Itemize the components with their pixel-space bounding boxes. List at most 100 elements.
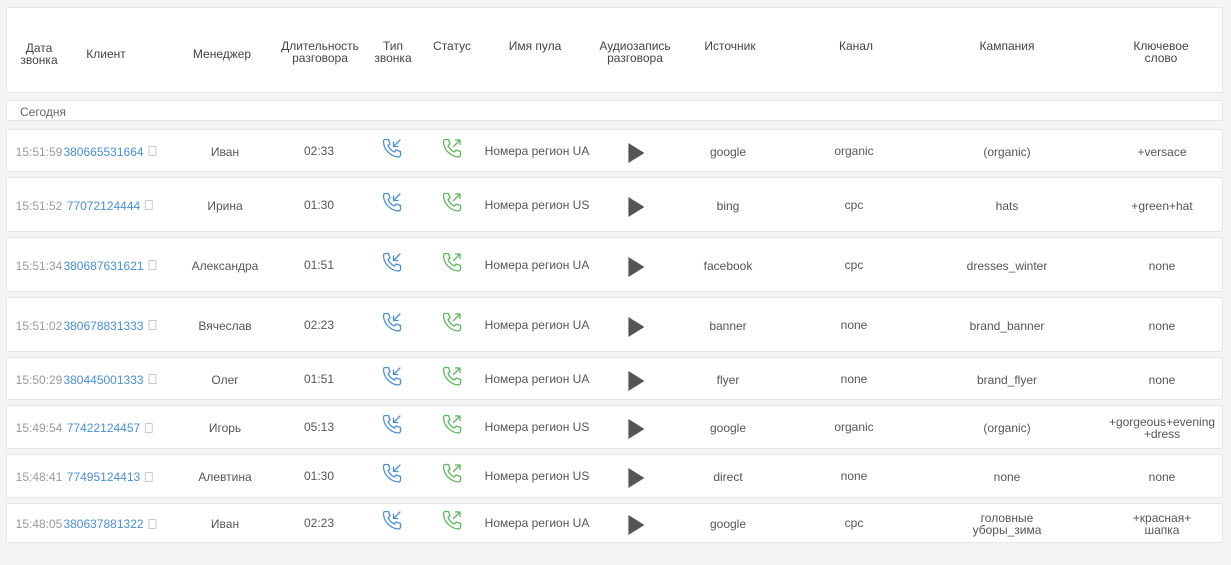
header-channel[interactable]: Канал	[839, 40, 873, 52]
call-time: 15:51:52	[15, 198, 63, 213]
header-campaign[interactable]: Кампания	[980, 40, 1035, 52]
pool-name: Номера регион UA	[484, 516, 590, 530]
answered-call-icon	[440, 462, 464, 489]
client-phone-link[interactable]: 77422124457	[67, 421, 140, 435]
call-duration: 02:23	[303, 317, 335, 332]
copy-icon[interactable]	[148, 374, 157, 385]
traffic-source: google	[709, 144, 747, 159]
campaign-name: none	[994, 471, 1021, 483]
keyword: none	[1149, 260, 1176, 272]
header-manager[interactable]: Менеджер	[193, 48, 251, 60]
answered-call-icon	[440, 509, 464, 536]
header-keyword[interactable]: Ключевое слово	[1133, 40, 1188, 64]
table-row[interactable]: 15:48:41 77495124413 Алевтина 01:30 Номера р…	[6, 454, 1223, 498]
client-phone-link[interactable]: 380687631621	[63, 259, 143, 273]
campaign-name-line: none	[993, 470, 1021, 484]
play-icon[interactable]	[628, 515, 645, 535]
keyword-line: +green+hat	[1131, 198, 1193, 213]
header-client[interactable]: Клиент	[86, 48, 126, 60]
traffic-source: facebook	[703, 258, 753, 273]
campaign-name: головные уборы_зима	[973, 512, 1042, 536]
answered-call-icon	[440, 190, 464, 217]
client-phone-link[interactable]: 380665531664	[63, 145, 143, 159]
play-icon[interactable]	[628, 256, 645, 277]
copy-icon[interactable]	[145, 471, 154, 482]
header-duration[interactable]: Длительность разговора	[281, 40, 359, 64]
play-icon[interactable]	[628, 196, 645, 217]
campaign-name-line: brand_flyer	[976, 372, 1038, 387]
keyword: +красная+ шапка	[1133, 512, 1191, 536]
copy-icon[interactable]	[148, 146, 157, 157]
traffic-source: google	[709, 421, 747, 435]
call-time: 15:50:29	[15, 372, 63, 387]
client-phone-link[interactable]: 77072124444	[67, 199, 140, 213]
header-status[interactable]: Статус	[433, 40, 471, 52]
play-icon[interactable]	[628, 468, 645, 488]
traffic-source: flyer	[716, 372, 740, 387]
manager-name: Иван	[210, 517, 240, 531]
call-duration: 05:13	[303, 420, 335, 434]
manager-name: Олег	[211, 372, 239, 387]
header-call-type[interactable]: Тип звонка	[374, 40, 411, 64]
table-row[interactable]: 15:50:29 380445001333 Олег 01:51 Номера реги…	[6, 357, 1223, 400]
campaign-name: (organic)	[983, 422, 1030, 434]
call-time: 15:49:54	[15, 421, 63, 435]
keyword-line: none	[1148, 372, 1176, 387]
play-icon[interactable]	[628, 316, 645, 337]
table-row[interactable]: 15:51:02 380678831333 Вячеслав 02:23 Номера …	[6, 297, 1223, 352]
manager-name: Ирина	[207, 198, 243, 213]
call-duration: 02:33	[303, 143, 335, 158]
call-duration: 02:23	[303, 516, 335, 530]
pool-name: Номера регион US	[484, 420, 590, 434]
header-pool[interactable]: Имя пула	[509, 40, 562, 52]
client-phone-link[interactable]: 380637881322	[63, 517, 143, 531]
incoming-call-icon	[380, 136, 404, 163]
traffic-channel: none	[840, 317, 868, 332]
manager-name: Алевтина	[198, 470, 252, 484]
call-time: 15:51:02	[15, 318, 63, 333]
table-row[interactable]: 15:51:34 380687631621 Александра 01:51 Номер…	[6, 237, 1223, 292]
incoming-call-icon	[380, 310, 404, 337]
header-source[interactable]: Источник	[704, 40, 755, 52]
answered-call-icon	[440, 310, 464, 337]
incoming-call-icon	[380, 413, 404, 440]
copy-icon[interactable]	[148, 320, 157, 331]
traffic-source: bing	[716, 198, 740, 213]
keyword-line: none	[1148, 470, 1176, 484]
client-phone-link[interactable]: 77495124413	[67, 470, 140, 484]
keyword: none	[1149, 320, 1176, 332]
keyword: +gorgeous+evening +dress	[1109, 416, 1215, 440]
call-time: 15:48:05	[15, 517, 63, 531]
manager-name: Иван	[210, 144, 240, 159]
traffic-source: direct	[713, 470, 743, 484]
play-icon[interactable]	[628, 142, 645, 163]
incoming-call-icon	[380, 190, 404, 217]
call-duration: 01:51	[303, 257, 335, 272]
client-phone-cell: 77422124457	[67, 421, 154, 435]
client-phone-link[interactable]: 380678831333	[63, 319, 143, 333]
copy-icon[interactable]	[145, 422, 154, 433]
client-phone-cell: 380445001333	[63, 373, 157, 387]
table-row[interactable]: 15:49:54 77422124457 Игорь 05:13 Номера реги…	[6, 405, 1223, 449]
play-icon[interactable]	[628, 419, 645, 439]
traffic-channel: none	[840, 469, 868, 483]
header-audio[interactable]: Аудиозапись разговора	[599, 40, 670, 64]
copy-icon[interactable]	[145, 200, 154, 211]
copy-icon[interactable]	[148, 260, 157, 271]
client-phone-link[interactable]: 380445001333	[63, 373, 143, 387]
pool-name: Номера регион US	[484, 469, 590, 483]
traffic-channel: cpc	[844, 257, 864, 272]
keyword: none	[1149, 471, 1176, 483]
header-date[interactable]: Дата звонка	[20, 42, 57, 66]
copy-icon[interactable]	[148, 518, 157, 529]
table-row[interactable]: 15:48:05 380637881322 Иван 02:23 Номера реги…	[6, 503, 1223, 543]
keyword: +green+hat	[1131, 200, 1192, 212]
campaign-name-line: (organic)	[983, 144, 1031, 159]
table-row[interactable]: 15:51:59 380665531664 Иван 02:33 Номера реги…	[6, 129, 1223, 172]
table-row[interactable]: 15:51:52 77072124444 Ирина 01:30 Номера реги…	[6, 177, 1223, 232]
play-icon[interactable]	[628, 370, 645, 391]
answered-call-icon	[440, 136, 464, 163]
call-duration: 01:30	[303, 197, 335, 212]
incoming-call-icon	[380, 509, 404, 536]
manager-name: Вячеслав	[198, 318, 252, 333]
